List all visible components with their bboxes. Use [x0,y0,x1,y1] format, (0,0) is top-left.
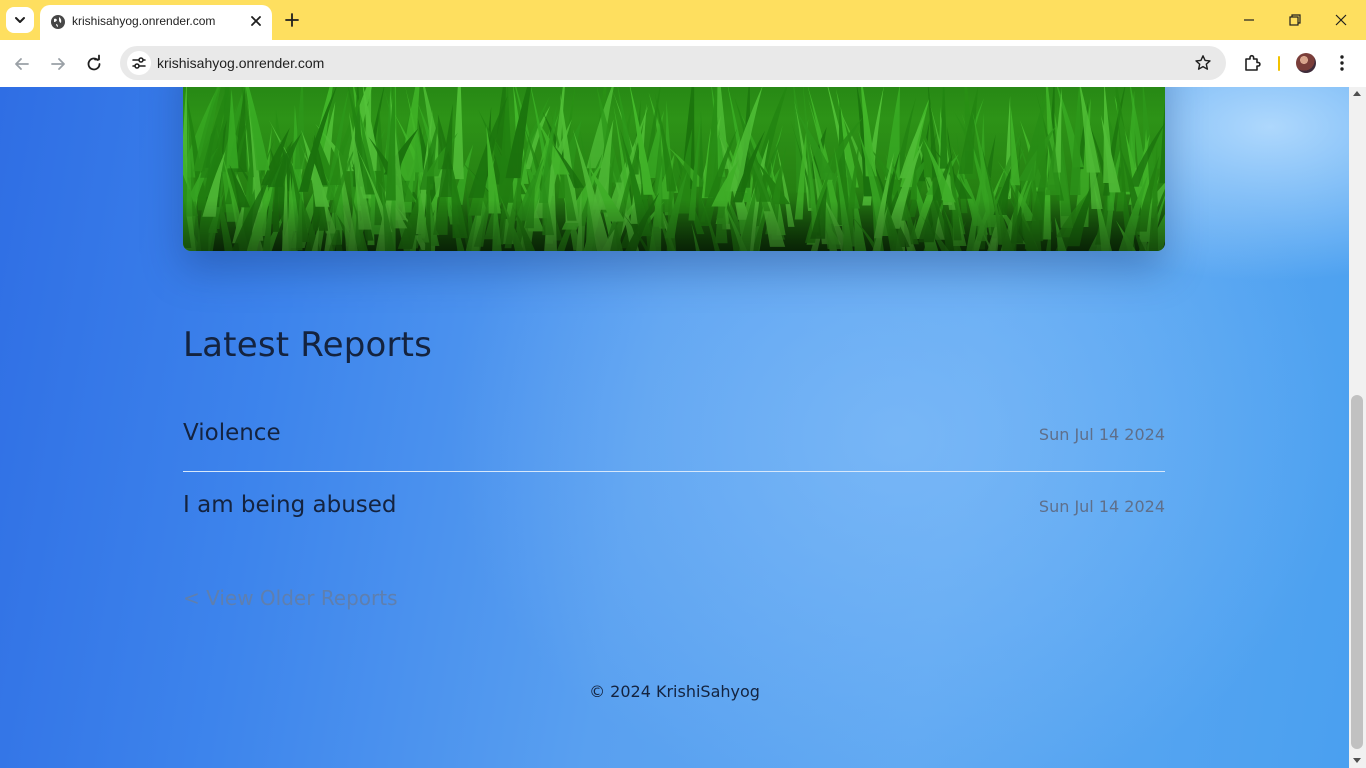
plus-icon[interactable] [283,11,301,29]
tab-title: krishisahyog.onrender.com [72,14,216,28]
browser-tab[interactable]: krishisahyog.onrender.com [40,5,272,40]
restore-icon[interactable] [1287,12,1303,28]
grass-illustration [183,87,1165,251]
page-viewport: Latest Reports Violence Sun Jul 14 2024 … [0,87,1349,768]
address-bar[interactable]: krishisahyog.onrender.com [120,46,1226,80]
report-divider [183,471,1165,472]
browser-toolbar: krishisahyog.onrender.com [0,40,1366,87]
toolbar-separator [1278,56,1280,71]
reload-icon[interactable] [84,54,104,74]
url-text[interactable]: krishisahyog.onrender.com [157,55,324,71]
report-date: Sun Jul 14 2024 [1038,497,1165,516]
scroll-down-arrow[interactable] [1353,758,1361,763]
site-info-button[interactable] [127,51,151,75]
tune-icon [132,57,146,69]
vertical-scrollbar[interactable] [1349,87,1366,768]
chevron-down-icon [15,17,25,23]
report-title[interactable]: Violence [183,420,281,446]
close-icon[interactable] [1333,12,1349,28]
list-item[interactable]: I am being abused Sun Jul 14 2024 [183,492,1165,548]
latest-reports-heading: Latest Reports [183,325,433,365]
scrollbar-thumb[interactable] [1351,395,1363,749]
report-date: Sun Jul 14 2024 [1038,425,1165,444]
arrow-right-icon[interactable] [48,54,68,74]
kebab-menu-icon[interactable] [1332,53,1352,73]
tab-search-button[interactable] [6,7,34,33]
report-title[interactable]: I am being abused [183,492,397,518]
star-icon[interactable] [1194,54,1212,72]
scroll-up-arrow[interactable] [1353,91,1361,96]
globe-icon [51,15,65,29]
hero-grass-image [183,87,1165,251]
list-item[interactable]: Violence Sun Jul 14 2024 [183,420,1165,476]
view-older-reports-link[interactable]: < View Older Reports [183,586,398,610]
footer-copyright: © 2024 KrishiSahyog [589,682,760,701]
tab-strip: krishisahyog.onrender.com [0,0,1366,40]
puzzle-icon[interactable] [1243,53,1263,73]
minimize-icon[interactable] [1241,12,1257,28]
close-icon[interactable] [248,13,264,29]
arrow-left-icon[interactable] [12,54,32,74]
avatar[interactable] [1296,53,1316,73]
